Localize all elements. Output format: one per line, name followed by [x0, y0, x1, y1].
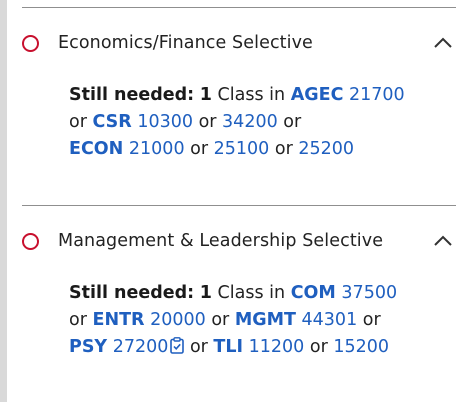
requirement-header[interactable]: Economics/Finance Selective [22, 28, 456, 58]
requirement-line: Still needed: 1 Class in COM 37500 [69, 280, 459, 307]
requirement-line: or CSR 10300 or 34200 or [69, 109, 459, 136]
course-subject-link[interactable]: CSR [92, 112, 131, 132]
or-word: or [274, 139, 293, 159]
course-number-link[interactable]: 25200 [298, 139, 354, 159]
requirement-header[interactable]: Management & Leadership Selective [22, 226, 456, 256]
course-subject-link[interactable]: AGEC [291, 85, 344, 105]
circle-outline-icon [22, 232, 39, 250]
course-number-link[interactable]: 25100 [214, 139, 270, 159]
requirement-details: Still needed: 1 Class in AGEC 21700 or C… [69, 82, 459, 163]
chevron-up-icon[interactable] [430, 32, 456, 54]
course-subject-link[interactable]: ENTR [92, 310, 144, 330]
requirement-title: Economics/Finance Selective [58, 33, 313, 53]
chevron-up-icon[interactable] [430, 230, 456, 252]
in-word: in [269, 85, 286, 105]
requirement-details: Still needed: 1 Class in COM 37500 or EN… [69, 280, 459, 361]
requirement-line: or ENTR 20000 or MGMT 44301 or [69, 307, 459, 334]
course-number-link[interactable]: 34200 [222, 112, 278, 132]
course-subject-link[interactable]: ECON [69, 139, 123, 159]
course-subject-link[interactable]: COM [291, 283, 336, 303]
course-number-link[interactable]: 20000 [150, 310, 206, 330]
or-word: or [69, 112, 87, 132]
in-word: in [269, 283, 286, 303]
needed-count: 1 [199, 283, 212, 303]
needed-count: 1 [199, 85, 212, 105]
course-number-link[interactable]: 21000 [129, 139, 185, 159]
course-number-link[interactable]: 10300 [137, 112, 193, 132]
requirement-title: Management & Leadership Selective [58, 231, 384, 251]
scroll-edge-bar [0, 0, 7, 402]
or-word: or [211, 310, 230, 330]
requirement-line: PSY 27200 or TLI 11200 or 15200 [69, 334, 459, 361]
or-word: or [190, 139, 209, 159]
course-number-link[interactable]: 11200 [249, 337, 305, 357]
unit-label: Class [217, 283, 264, 303]
requirement-line: ECON 21000 or 25100 or 25200 [69, 136, 459, 163]
or-word: or [309, 337, 328, 357]
clipboard-check-icon[interactable] [170, 336, 185, 363]
course-subject-link[interactable]: TLI [213, 337, 243, 357]
course-number-link[interactable]: 15200 [333, 337, 389, 357]
still-needed-label: Still needed: [69, 85, 195, 105]
or-word: or [198, 112, 217, 132]
or-word: or [189, 337, 208, 357]
still-needed-label: Still needed: [69, 283, 195, 303]
or-word: or [362, 310, 381, 330]
section-divider [22, 7, 456, 8]
requirement-line: Still needed: 1 Class in AGEC 21700 [69, 82, 459, 109]
or-word: or [283, 112, 302, 132]
section-divider [22, 205, 456, 206]
course-number-link[interactable]: 37500 [341, 283, 397, 303]
course-number-link[interactable]: 21700 [349, 85, 405, 105]
course-subject-link[interactable]: PSY [69, 337, 107, 357]
course-number-link[interactable]: 27200 [113, 337, 169, 357]
course-subject-link[interactable]: MGMT [235, 310, 296, 330]
or-word: or [69, 310, 87, 330]
course-number-link[interactable]: 44301 [302, 310, 358, 330]
unit-label: Class [217, 85, 264, 105]
circle-outline-icon [22, 34, 39, 52]
